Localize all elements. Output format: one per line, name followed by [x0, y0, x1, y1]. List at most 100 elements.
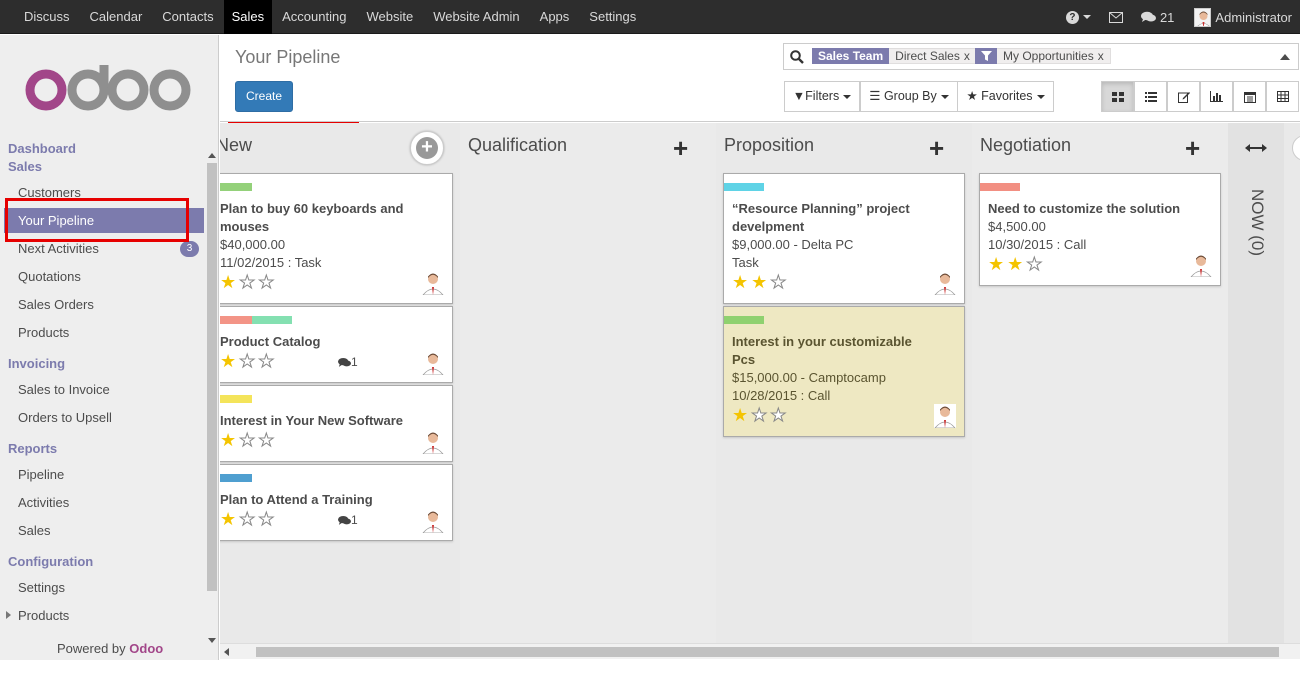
- menu-sales[interactable]: Sales: [223, 0, 273, 34]
- star-icon[interactable]: ★: [988, 255, 1004, 273]
- menu-settings[interactable]: Settings: [579, 0, 646, 34]
- kanban-view-button[interactable]: [1101, 81, 1134, 112]
- star-empty-icon[interactable]: ★: [258, 510, 275, 529]
- star-icon[interactable]: ★: [220, 510, 236, 528]
- sidebar-item-next-activities[interactable]: Next Activities 3: [4, 236, 204, 261]
- kanban-card[interactable]: Plan to buy 60 keyboards and mouses $40,0…: [220, 173, 453, 304]
- quick-create-plus-icon[interactable]: +: [673, 135, 688, 161]
- star-icon[interactable]: ★: [220, 273, 236, 291]
- sidebar-item-products[interactable]: Products: [4, 320, 204, 345]
- star-empty-icon[interactable]: ★: [239, 431, 256, 450]
- sidebar-item-settings[interactable]: Settings: [4, 575, 204, 600]
- kanban-card[interactable]: Need to customize the solution $4,500.00…: [979, 173, 1221, 286]
- star-icon[interactable]: ★: [732, 273, 748, 291]
- column-title[interactable]: Qualification: [468, 135, 567, 156]
- quick-create-button[interactable]: +: [410, 131, 444, 165]
- odoo-logo[interactable]: [24, 63, 194, 118]
- menu-website-admin[interactable]: Website Admin: [423, 0, 529, 34]
- star-empty-icon[interactable]: ★: [751, 406, 768, 425]
- kanban-card[interactable]: Plan to Attend a Training ★ ★ ★ 1: [220, 464, 453, 541]
- star-empty-icon[interactable]: ★: [258, 273, 275, 292]
- quick-create-button[interactable]: [1292, 135, 1300, 161]
- kanban-card[interactable]: Interest in Your New Software ★ ★ ★: [220, 385, 453, 462]
- filters-dropdown[interactable]: ▼Filters: [784, 81, 860, 112]
- star-icon[interactable]: ★: [1007, 255, 1023, 273]
- sidebar-scrollbar[interactable]: [206, 153, 218, 643]
- scroll-left-icon[interactable]: [224, 648, 229, 656]
- facet-remove-icon[interactable]: x: [1098, 49, 1104, 63]
- next-activities-badge: 3: [180, 241, 199, 257]
- star-empty-icon[interactable]: ★: [239, 352, 256, 371]
- search-bar[interactable]: Sales Team Direct Sales x My Opportunitie…: [783, 43, 1299, 70]
- star-empty-icon[interactable]: ★: [258, 431, 275, 450]
- star-icon[interactable]: ★: [220, 431, 236, 449]
- sidebar-item-your-pipeline[interactable]: Your Pipeline: [4, 208, 204, 233]
- sidebar-item-config-products[interactable]: Products: [4, 603, 204, 628]
- priority-stars[interactable]: ★ ★ ★: [220, 431, 277, 450]
- priority-stars[interactable]: ★ ★ ★: [732, 406, 789, 425]
- sidebar-item-pipeline[interactable]: Pipeline: [4, 462, 204, 487]
- menu-website[interactable]: Website: [356, 0, 423, 34]
- priority-stars[interactable]: ★ ★ ★: [220, 273, 277, 292]
- star-empty-icon[interactable]: ★: [239, 273, 256, 292]
- scrollbar-thumb[interactable]: [256, 647, 1279, 657]
- sidebar-item-orders-to-upsell[interactable]: Orders to Upsell: [4, 405, 204, 430]
- powered-by-brand[interactable]: Odoo: [129, 641, 163, 656]
- kanban-column-folded[interactable]: NOW (0): [1228, 123, 1284, 643]
- scroll-up-icon[interactable]: [208, 153, 216, 158]
- column-title[interactable]: Proposition: [724, 135, 814, 156]
- kanban-card[interactable]: Interest in your customizable Pcs $15,000…: [723, 306, 965, 437]
- star-icon[interactable]: ★: [751, 273, 767, 291]
- list-view-button[interactable]: [1134, 81, 1167, 112]
- priority-stars[interactable]: ★ ★ ★: [988, 255, 1045, 274]
- star-icon[interactable]: ★: [732, 406, 748, 424]
- scrollbar-thumb[interactable]: [207, 163, 217, 591]
- star-icon[interactable]: ★: [220, 352, 236, 370]
- menu-accounting[interactable]: Accounting: [272, 0, 356, 34]
- pivot-view-button[interactable]: [1266, 81, 1299, 112]
- favorites-dropdown[interactable]: ★ Favorites: [957, 81, 1054, 112]
- column-title[interactable]: Negotiation: [980, 135, 1071, 156]
- sidebar-item-customers[interactable]: Customers: [4, 180, 204, 205]
- tag-color-bar: [220, 183, 252, 191]
- sidebar-item-sales-to-invoice[interactable]: Sales to Invoice: [4, 377, 204, 402]
- messages-button[interactable]: 21: [1140, 10, 1174, 25]
- star-empty-icon[interactable]: ★: [258, 352, 275, 371]
- facet-my-opportunities: My Opportunities x: [975, 48, 1111, 64]
- sidebar-item-quotations[interactable]: Quotations: [4, 264, 204, 289]
- sidebar-item-sales-orders[interactable]: Sales Orders: [4, 292, 204, 317]
- menu-discuss[interactable]: Discuss: [14, 0, 80, 34]
- filter-icon: ▼: [792, 89, 806, 103]
- priority-stars[interactable]: ★ ★ ★: [220, 352, 277, 371]
- priority-stars[interactable]: ★ ★ ★: [220, 510, 277, 529]
- scroll-down-icon[interactable]: [208, 638, 216, 643]
- help-dropdown[interactable]: ?: [1065, 10, 1091, 24]
- star-empty-icon[interactable]: ★: [770, 406, 787, 425]
- kanban-card[interactable]: “Resource Planning” project develpment $9…: [723, 173, 965, 304]
- menu-apps[interactable]: Apps: [530, 0, 580, 34]
- form-view-button[interactable]: [1167, 81, 1200, 112]
- user-menu[interactable]: Administrator: [1194, 7, 1292, 27]
- sidebar-item-activities[interactable]: Activities: [4, 490, 204, 515]
- column-title[interactable]: New: [220, 135, 252, 156]
- quick-create-plus-icon[interactable]: +: [929, 135, 944, 161]
- create-button[interactable]: Create: [235, 81, 293, 112]
- sidebar-item-sales-report[interactable]: Sales: [4, 518, 204, 543]
- facet-remove-icon[interactable]: x: [964, 49, 970, 63]
- groupby-dropdown[interactable]: ☰ Group By: [860, 81, 958, 112]
- star-empty-icon[interactable]: ★: [770, 273, 787, 292]
- kanban-card[interactable]: Product Catalog ★ ★ ★ 1: [220, 306, 453, 383]
- section-dashboard[interactable]: Dashboard: [8, 141, 76, 156]
- menu-calendar[interactable]: Calendar: [80, 0, 153, 34]
- priority-stars[interactable]: ★ ★ ★: [732, 273, 789, 292]
- kanban-horizontal-scrollbar[interactable]: [220, 643, 1300, 659]
- expand-arrows-icon[interactable]: [1245, 143, 1267, 153]
- graph-view-button[interactable]: [1200, 81, 1233, 112]
- search-options-toggle-icon[interactable]: [1280, 54, 1290, 60]
- quick-create-plus-icon[interactable]: +: [1185, 135, 1200, 161]
- mail-button[interactable]: [1108, 11, 1123, 23]
- calendar-view-button[interactable]: [1233, 81, 1266, 112]
- star-empty-icon[interactable]: ★: [1026, 255, 1043, 274]
- menu-contacts[interactable]: Contacts: [152, 0, 223, 34]
- star-empty-icon[interactable]: ★: [239, 510, 256, 529]
